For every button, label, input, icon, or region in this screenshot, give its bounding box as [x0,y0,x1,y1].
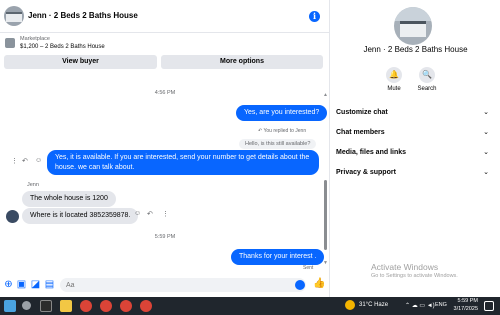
details-title: Jenn · 2 Beds 2 Baths House [363,45,468,54]
listing-source: Marketplace [20,36,50,42]
privacy-support-section[interactable]: Privacy & support ⌄ [336,163,491,183]
message-input[interactable] [60,278,306,292]
reply-icon[interactable]: ↶ [147,210,153,218]
more-options-button[interactable]: More options [161,55,323,69]
sender-name: Jenn [27,182,39,188]
chrome-icon[interactable] [100,300,112,312]
mute-button[interactable]: 🔔 [386,67,402,83]
composer: ⊕ ▣ ◪ ▤ 👍 [0,274,330,296]
weather-icon[interactable] [345,300,355,310]
reply-quote[interactable]: Hello, is this still available? [239,139,317,149]
timestamp: 5:59 PM [154,234,176,240]
task-view-icon[interactable] [40,300,52,312]
chat-header: Jenn · 2 Beds 2 Baths House i [0,0,330,33]
section-label: Chat members [336,129,385,136]
incoming-message[interactable]: The whole house is 1200 [22,191,116,207]
search-label: Search [417,86,437,92]
listing-summary[interactable]: Marketplace $1,200 – 2 Beds 2 Baths Hous… [0,34,330,54]
chrome-icon[interactable] [80,300,92,312]
listing-thumbnail [5,38,15,48]
plus-icon[interactable]: ⊕ [3,279,14,290]
clock-date[interactable]: 3/17/2025 [450,306,478,312]
chat-members-section[interactable]: Chat members ⌄ [336,123,491,143]
taskbar: 31°C Haze ⌃ ☁ ▭ ◄) ENG 5:59 PM 3/17/2025 [0,297,500,315]
scrollbar[interactable] [324,180,327,250]
scroll-down-arrow[interactable]: ▼ [323,260,328,266]
message-list: 4:56 PM Yes, are you interested? ↶ You r… [0,72,330,272]
view-buyer-button[interactable]: View buyer [4,55,157,69]
more-icon[interactable]: ⋮ [11,157,18,165]
emoji-icon[interactable] [295,280,305,290]
search-button[interactable]: 🔍 [419,67,435,83]
activation-watermark: Activate Windows Go to Settings to activ… [371,262,458,279]
notification-icon[interactable] [484,301,494,311]
chat-title[interactable]: Jenn · 2 Beds 2 Baths House [28,11,138,20]
react-icon[interactable]: ☺ [35,157,42,164]
chevron-down-icon: ⌄ [483,169,489,176]
chevron-down-icon: ⌄ [483,109,489,116]
avatar[interactable] [4,6,24,26]
outgoing-message[interactable]: Yes, it is available. If you are interes… [47,150,319,175]
section-label: Customize chat [336,109,388,116]
gif-icon[interactable]: ▤ [44,279,55,290]
scroll-up-arrow[interactable]: ▲ [323,92,328,98]
reply-icon[interactable]: ↶ [22,157,28,165]
start-icon[interactable] [4,300,16,312]
chevron-down-icon: ⌄ [483,129,489,136]
more-icon[interactable]: ⋮ [162,210,169,218]
chrome-icon[interactable] [140,300,152,312]
section-label: Privacy & support [336,169,396,176]
customize-chat-section[interactable]: Customize chat ⌄ [336,103,491,123]
watermark-subtitle: Go to Settings to activate Windows. [371,273,458,279]
language-indicator[interactable]: ENG [435,302,447,308]
replied-note: ↶ You replied to Jenn [258,128,307,134]
outgoing-message[interactable]: Yes, are you interested? [236,105,328,121]
listing-avatar [394,7,432,45]
info-icon[interactable]: i [309,11,320,22]
watermark-title: Activate Windows [371,262,439,272]
outgoing-message[interactable]: Thanks for your interest . [231,249,325,265]
system-tray-icons[interactable]: ⌃ ☁ ▭ ◄) [405,302,435,309]
message-status: Sent [303,265,314,271]
image-icon[interactable]: ▣ [16,279,27,290]
timestamp: 4:56 PM [154,90,176,96]
listing-price-title: $1,200 – 2 Beds 2 Baths House [20,44,105,50]
chat-pane: Jenn · 2 Beds 2 Baths House i Marketplac… [0,0,330,297]
media-files-links-section[interactable]: Media, files and links ⌄ [336,143,491,163]
react-icon[interactable]: ☺ [134,210,141,217]
like-icon[interactable]: 👍 [313,278,325,289]
incoming-message[interactable]: Where is it located 3852359878. [22,208,139,224]
chevron-down-icon: ⌄ [483,149,489,156]
weather-text[interactable]: 31°C Haze [359,302,388,308]
section-label: Media, files and links [336,149,407,156]
sticker-icon[interactable]: ◪ [30,279,41,290]
clock-time[interactable]: 5:59 PM [450,298,478,304]
search-icon[interactable] [22,301,31,310]
sender-avatar[interactable] [6,210,19,223]
chrome-icon[interactable] [120,300,132,312]
details-pane: Jenn · 2 Beds 2 Baths House 🔔 🔍 Mute Sea… [331,0,500,297]
file-explorer-icon[interactable] [60,300,72,312]
